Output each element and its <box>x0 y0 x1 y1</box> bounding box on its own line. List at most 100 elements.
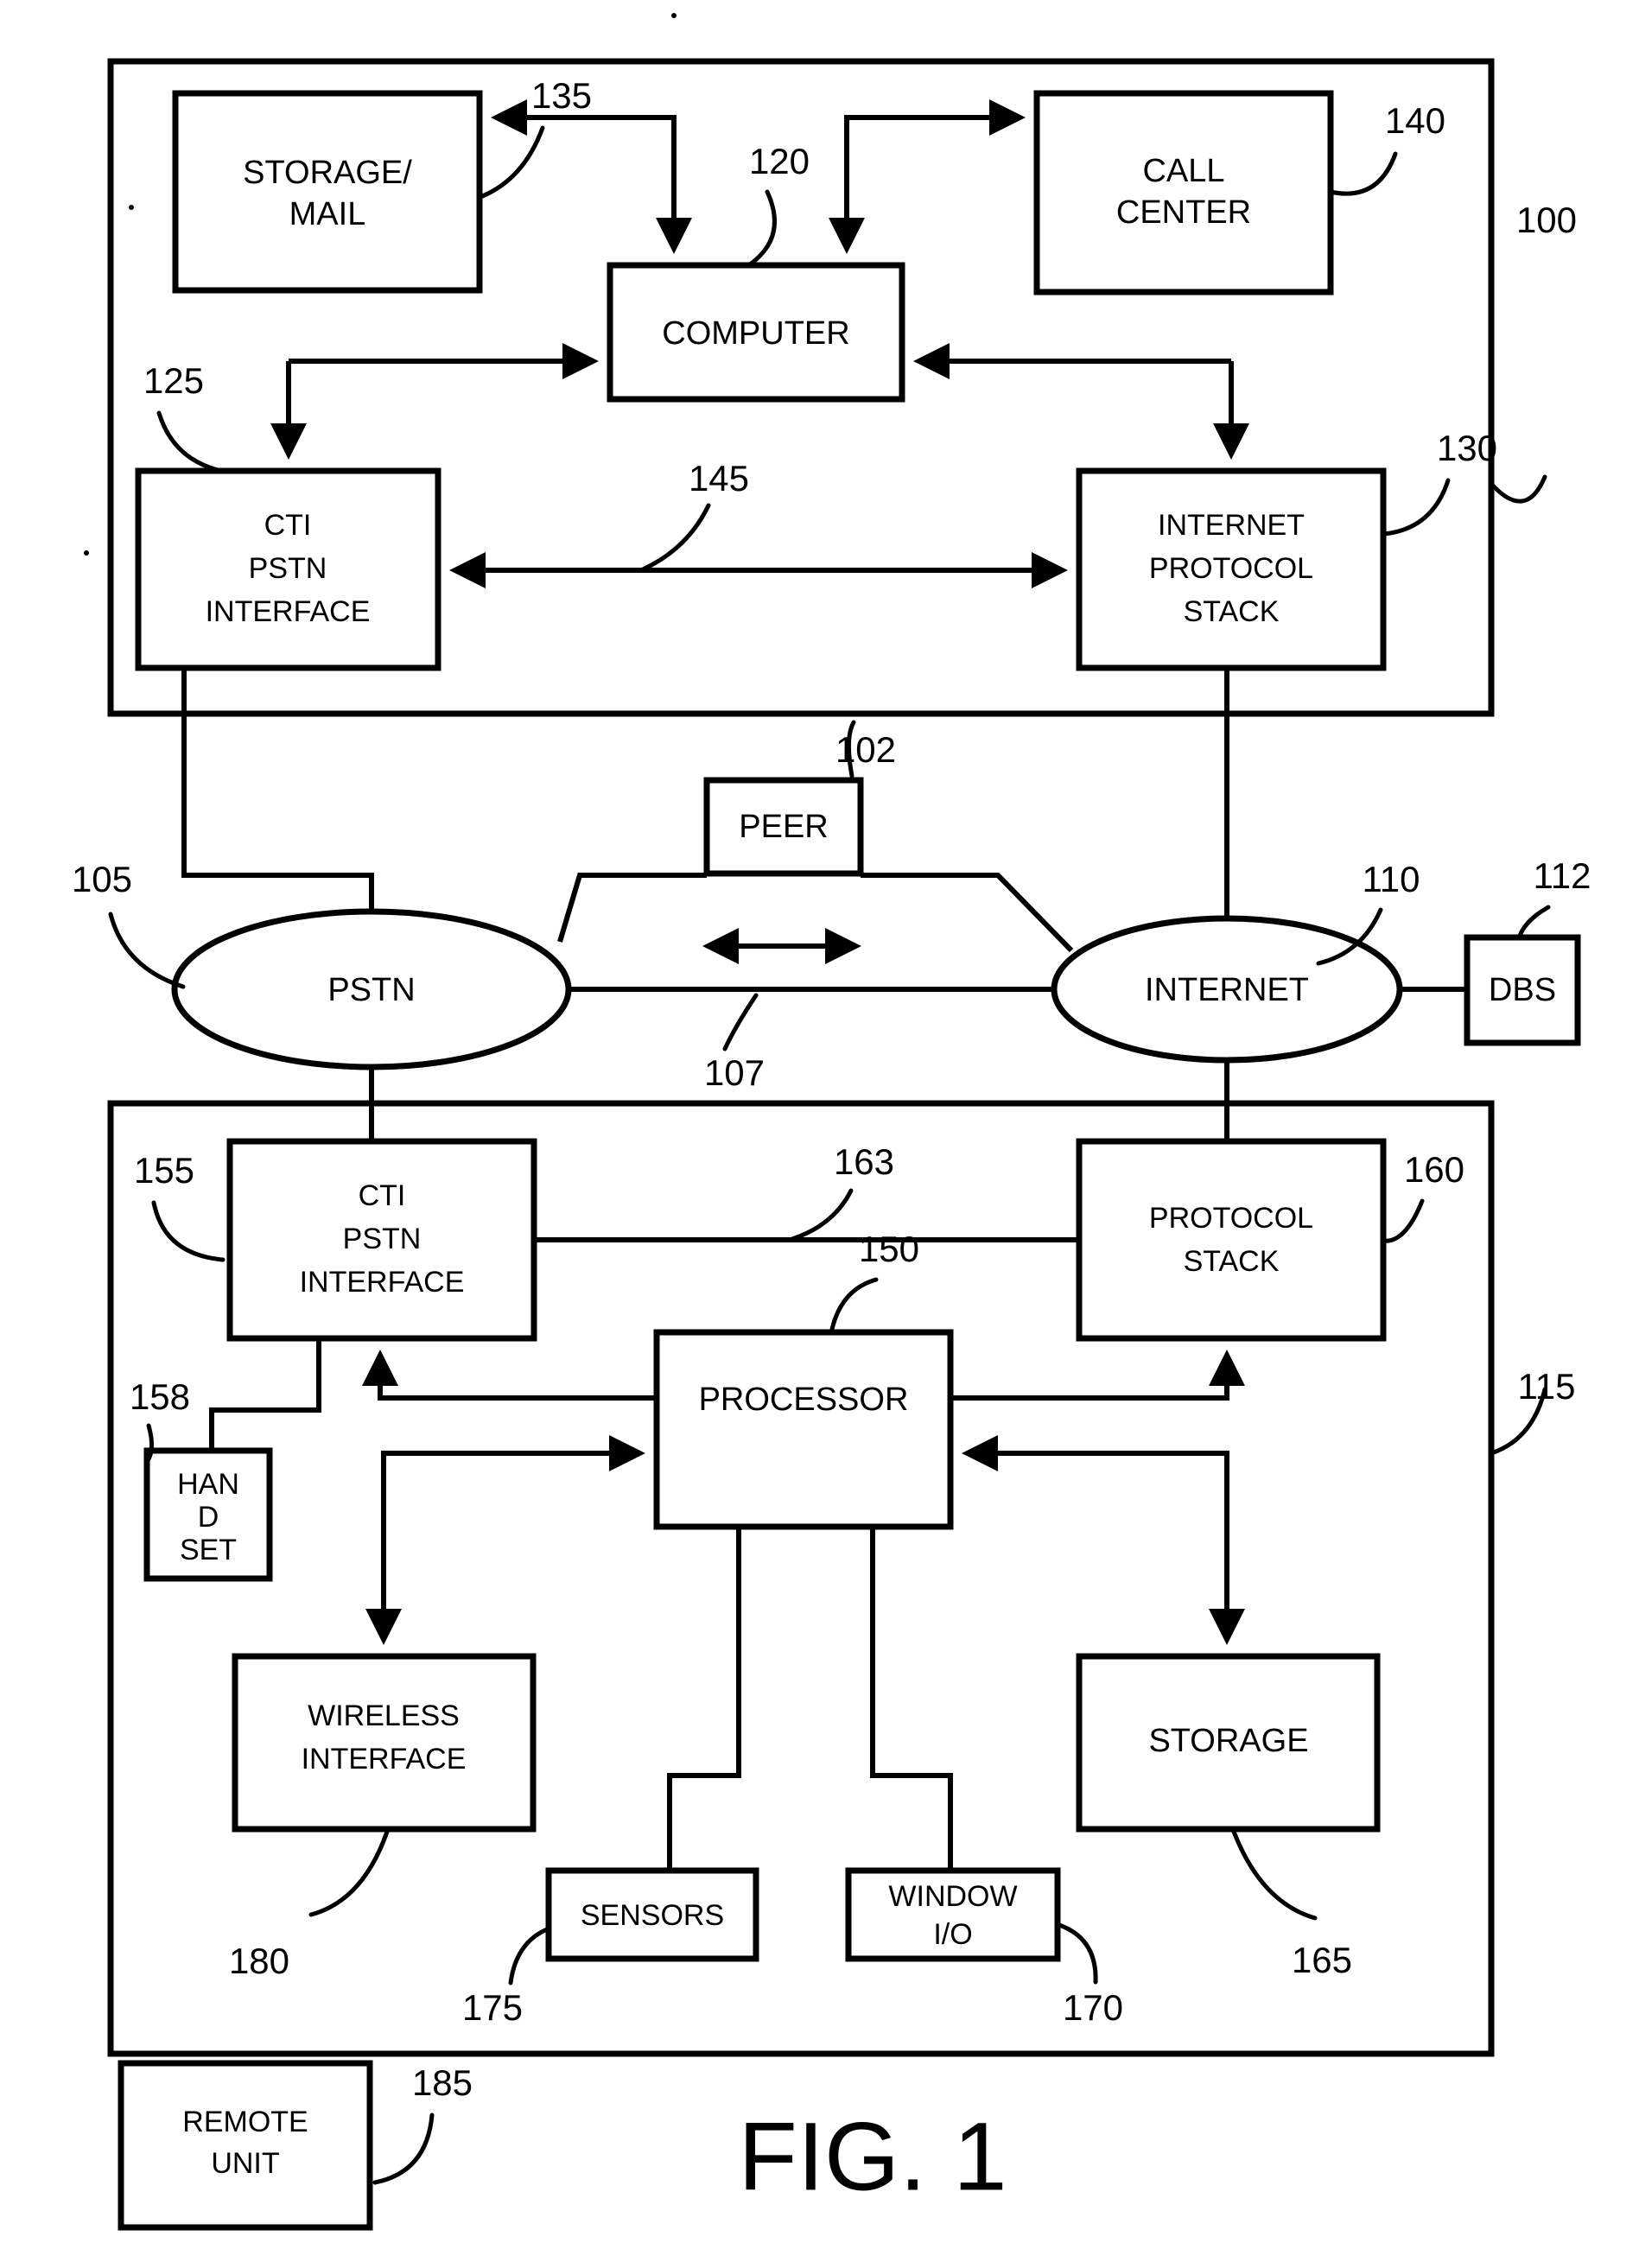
wire-computer-to-call-center <box>844 99 1026 248</box>
node-label-cti-top-line2: PSTN <box>249 552 327 585</box>
ref-number-112: 112 <box>1534 855 1591 896</box>
node-sensors[interactable]: SENSORS <box>545 1867 759 1962</box>
ref-leader-135: 135 <box>478 75 592 200</box>
node-label-wireless-line2: INTERFACE <box>302 1743 467 1776</box>
node-label-wireless-line1: WIRELESS <box>308 1699 460 1732</box>
ref-number-165: 165 <box>1292 1940 1352 1980</box>
node-remote-unit[interactable]: REMOTE UNIT <box>118 2060 373 2231</box>
node-label-storage-mail-line1: STORAGE/ <box>243 155 412 191</box>
ref-number-102: 102 <box>835 729 896 770</box>
node-label-ipstack-line2: PROTOCOL <box>1149 552 1313 585</box>
ref-number-107: 107 <box>704 1052 765 1093</box>
node-label-pstn: PSTN <box>327 972 415 1008</box>
ref-number-145: 145 <box>689 458 749 499</box>
node-label-dbs: DBS <box>1489 972 1556 1008</box>
node-label-handset-line2: D <box>198 1501 219 1534</box>
ref-number-115: 115 <box>1518 1366 1576 1407</box>
wire-processor-to-sensors <box>667 1527 741 1871</box>
scan-speck <box>129 205 134 210</box>
node-call-center[interactable]: CALL CENTER <box>1033 90 1334 295</box>
wire-storage-to-processor <box>962 1435 1229 1639</box>
ref-leader-140: 140 <box>1328 100 1445 196</box>
scan-speck <box>84 550 89 556</box>
ref-leader-155: 155 <box>134 1150 226 1262</box>
node-label-cti-bottom-line3: INTERFACE <box>300 1266 465 1299</box>
node-label-storage-mail-line2: MAIL <box>289 196 366 232</box>
ref-number-125: 125 <box>143 360 204 401</box>
node-label-sensors: SENSORS <box>581 1899 724 1932</box>
node-dbs[interactable]: DBS <box>1464 934 1581 1046</box>
node-label-protocol-stack-line2: STACK <box>1184 1245 1280 1278</box>
ref-leader-112: 112 <box>1516 855 1591 941</box>
patent-figure-page: 100 115 145 107 163 STORAGE/ MAIL 135 CO… <box>0 0 1639 2268</box>
wire-pstn-to-peer <box>557 873 707 943</box>
ref-leader-170: 170 <box>1057 1922 1123 2028</box>
ref-leader-125: 125 <box>143 360 220 473</box>
ref-number-150: 150 <box>859 1229 919 1269</box>
ref-number-110: 110 <box>1363 859 1420 899</box>
node-label-cti-bottom-line1: CTI <box>359 1179 406 1212</box>
ref-number-155: 155 <box>134 1150 194 1191</box>
ref-leader-180: 180 <box>229 1829 390 1981</box>
node-label-remote-unit-line2: UNIT <box>211 2147 279 2180</box>
node-cti-pstn-interface-top[interactable]: CTI PSTN INTERFACE <box>135 467 442 671</box>
node-peer[interactable]: PEER <box>703 777 864 877</box>
node-pstn[interactable]: PSTN <box>171 908 572 1070</box>
node-label-protocol-stack-line1: PROTOCOL <box>1149 1202 1313 1235</box>
node-label-handset-line3: SET <box>180 1534 237 1566</box>
node-computer[interactable]: COMPUTER <box>607 262 905 403</box>
node-label-cti-bottom-line2: PSTN <box>343 1223 422 1255</box>
figure-caption: FIG. 1 <box>738 2103 1007 2211</box>
node-label-computer: COMPUTER <box>662 315 849 352</box>
wire-processor-to-cti <box>362 1350 657 1401</box>
ref-leader-145: 145 <box>640 458 749 572</box>
ref-leader-163: 163 <box>790 1141 894 1242</box>
ref-leader-130: 130 <box>1382 428 1497 537</box>
wire-cti-to-handset <box>209 1338 321 1451</box>
node-label-call-center-line1: CALL <box>1142 153 1224 189</box>
ref-number-130: 130 <box>1437 428 1497 468</box>
node-label-peer: PEER <box>739 809 828 845</box>
node-internet-protocol-stack[interactable]: INTERNET PROTOCOL STACK <box>1076 467 1387 671</box>
node-internet[interactable]: INTERNET <box>1051 915 1403 1064</box>
ref-leader-102: 102 <box>835 720 896 778</box>
node-cti-pstn-interface-bottom[interactable]: CTI PSTN INTERFACE <box>226 1138 537 1342</box>
ref-number-180: 180 <box>229 1941 289 1981</box>
ref-leader-175: 175 <box>462 1927 550 2028</box>
node-label-remote-unit-line1: REMOTE <box>182 2106 308 2138</box>
node-storage-mail[interactable]: STORAGE/ MAIL <box>172 90 483 294</box>
node-label-ipstack-line3: STACK <box>1184 595 1280 628</box>
node-handset[interactable]: HAN D SET <box>143 1447 273 1582</box>
ref-leader-120: 120 <box>747 141 810 267</box>
ref-number-135: 135 <box>531 75 592 116</box>
node-processor[interactable]: PROCESSOR <box>653 1329 954 1530</box>
ref-number-163: 163 <box>834 1141 894 1182</box>
ref-number-105: 105 <box>72 859 132 899</box>
node-label-call-center-line2: CENTER <box>1116 194 1251 231</box>
ref-number-140: 140 <box>1385 100 1445 141</box>
node-label-storage: STORAGE <box>1148 1723 1308 1759</box>
node-label-processor: PROCESSOR <box>699 1382 909 1418</box>
node-label-ipstack-line1: INTERNET <box>1158 509 1305 542</box>
wire-processor-to-protocol-stack <box>950 1350 1245 1401</box>
ref-leader-107: 107 <box>704 993 765 1093</box>
node-label-cti-top-line3: INTERFACE <box>206 595 371 628</box>
node-label-handset-line1: HAN <box>177 1468 239 1501</box>
ref-leader-185: 185 <box>372 2062 473 2185</box>
ref-number-158: 158 <box>130 1376 190 1417</box>
node-wireless-interface[interactable]: WIRELESS INTERFACE <box>232 1653 537 1833</box>
wire-cti-to-pstn <box>181 668 374 914</box>
wire-wireless-to-processor <box>381 1435 645 1639</box>
node-storage[interactable]: STORAGE <box>1076 1653 1381 1833</box>
node-label-window-io-line2: I/O <box>933 1918 972 1951</box>
node-label-cti-top-line1: CTI <box>264 509 312 542</box>
node-window-io[interactable]: WINDOW I/O <box>845 1867 1061 1962</box>
figure-1-diagram: 100 115 145 107 163 STORAGE/ MAIL 135 CO… <box>72 13 1591 2231</box>
ref-number-175: 175 <box>462 1987 523 2028</box>
node-protocol-stack[interactable]: PROTOCOL STACK <box>1076 1138 1387 1342</box>
wire-processor-to-window-io <box>870 1527 953 1871</box>
node-label-window-io-line1: WINDOW <box>888 1880 1017 1913</box>
ref-number-170: 170 <box>1063 1987 1123 2028</box>
ref-leader-160: 160 <box>1380 1149 1464 1243</box>
ref-number-160: 160 <box>1404 1149 1464 1190</box>
